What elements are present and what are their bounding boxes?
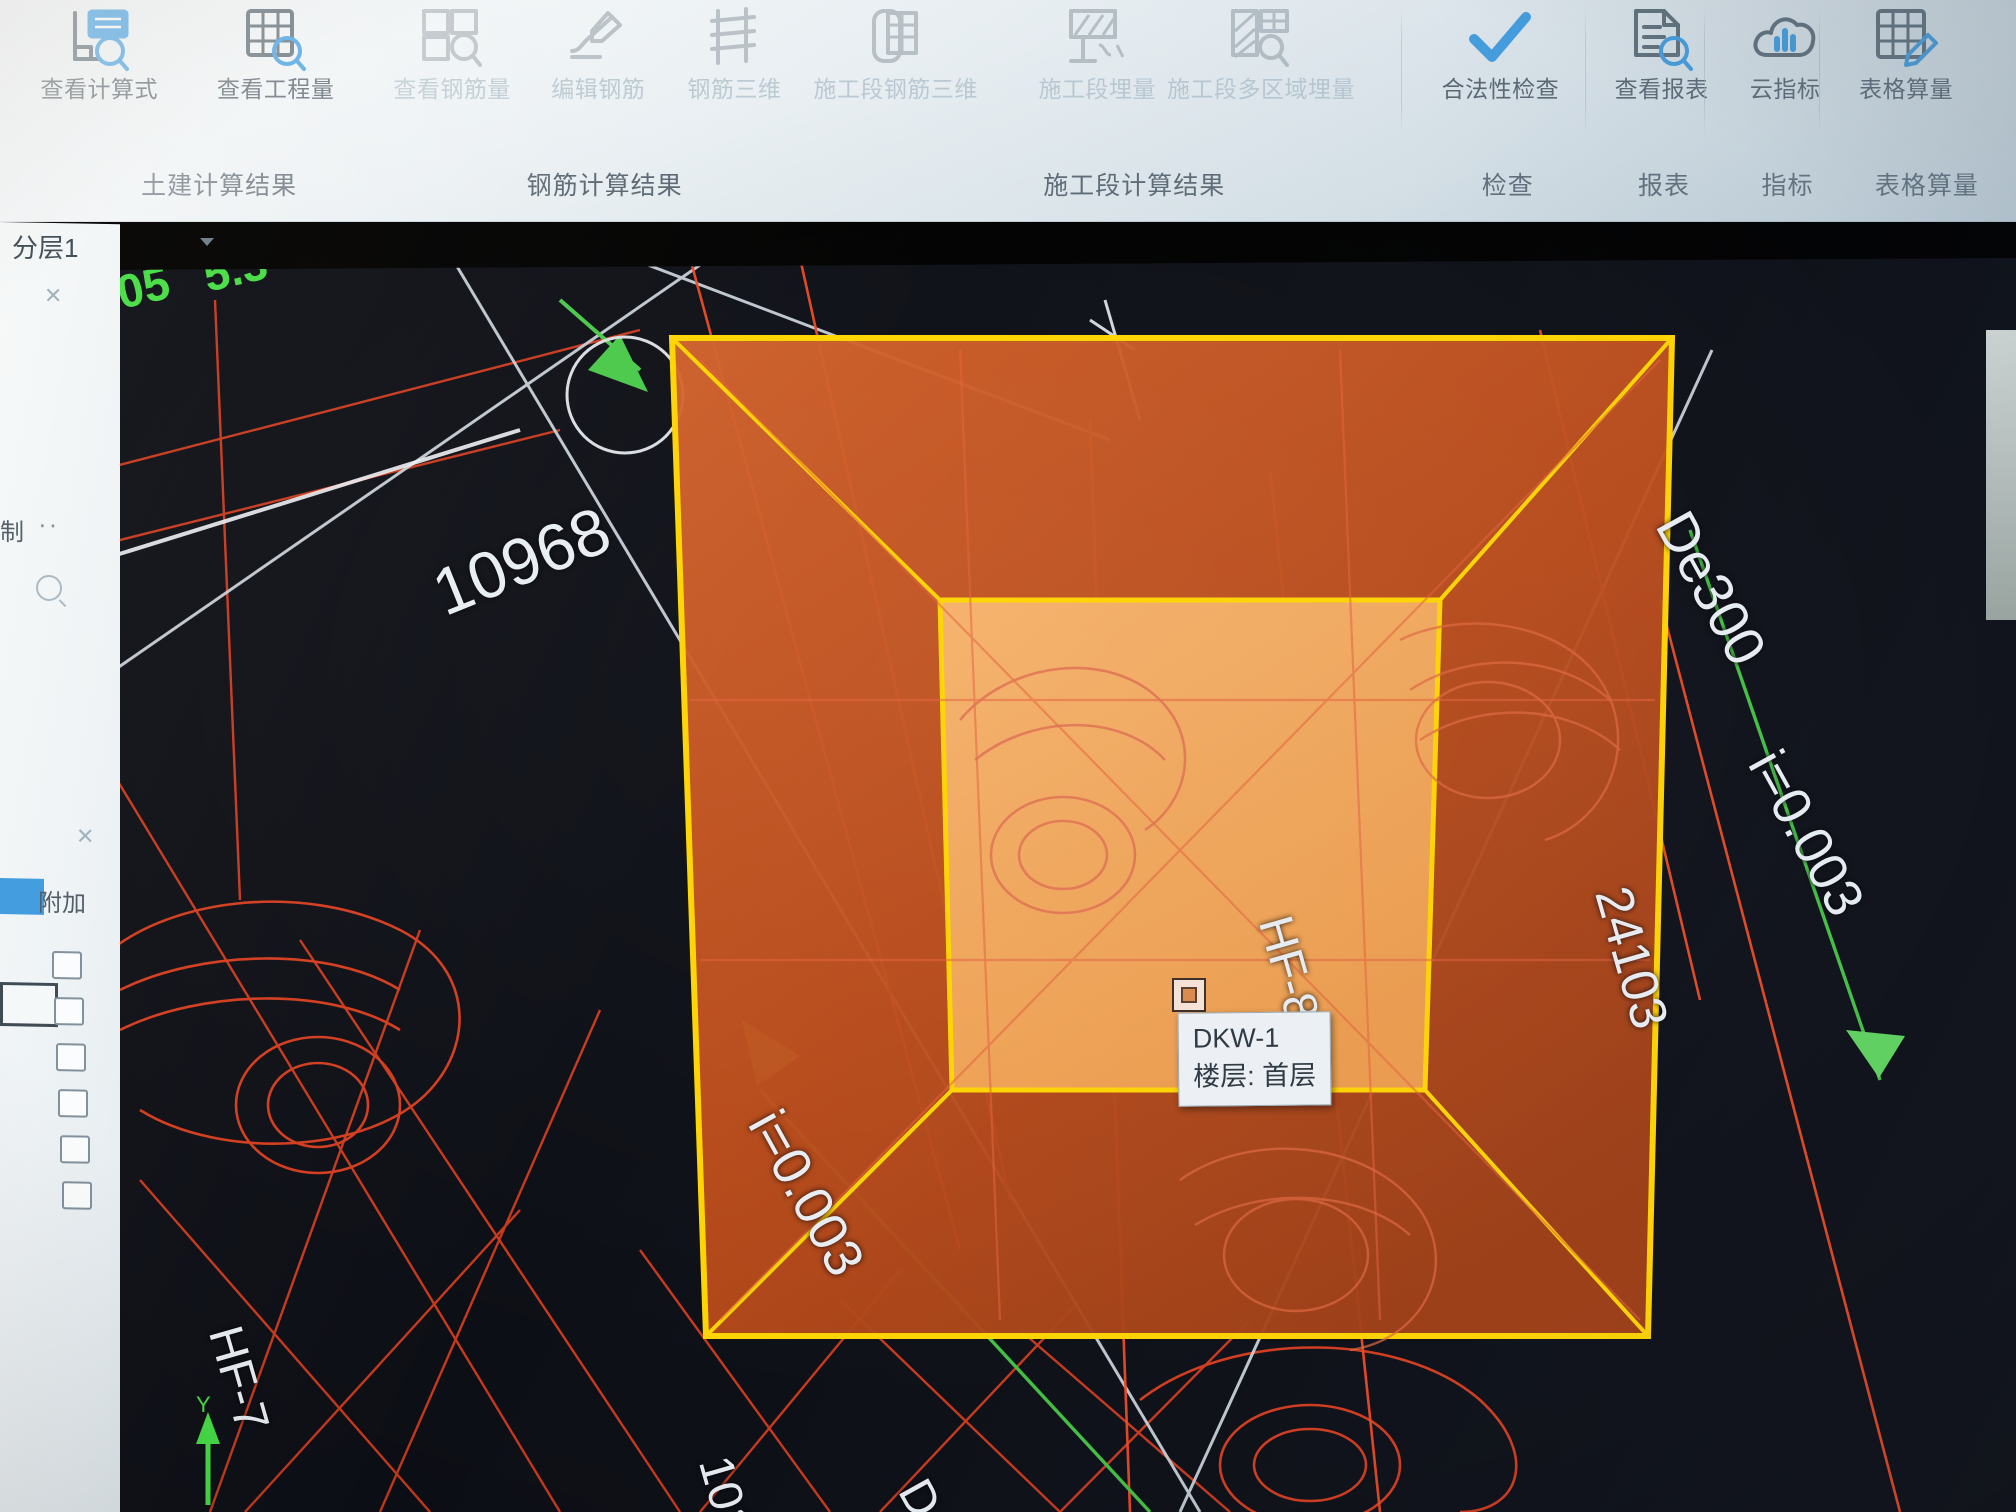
checkbox-1[interactable]: [52, 950, 82, 980]
ribbon-separator-4: [1819, 8, 1821, 136]
edit-rebar-icon: [564, 4, 632, 76]
checkbox-5[interactable]: [60, 1135, 90, 1164]
ribbon-button-label: 施工段钢筋三维: [813, 76, 978, 102]
ribbon-button-label: 查看报表: [1614, 76, 1709, 102]
checkbox-6[interactable]: [62, 1181, 92, 1210]
ribbon-group-label-2: 钢筋计算结果: [526, 172, 683, 200]
ribbon-button-8: 施工段多区域埋量: [1167, 4, 1355, 102]
cloud-chart-icon: [1749, 4, 1821, 76]
select-cursor-icon: [1172, 978, 1206, 1012]
ribbon-button-2[interactable]: 查看工程量: [212, 4, 340, 102]
ribbon-button-label: 查看计算式: [40, 76, 159, 102]
ribbon-separator-2: [1585, 8, 1587, 136]
axis-gizmo: [196, 1412, 220, 1505]
ribbon-group-label-1: 土建计算结果: [141, 172, 298, 200]
ribbon-divider: [0, 221, 2016, 222]
ribbon-button-12[interactable]: 表格算量: [1842, 4, 1970, 102]
ribbon-button-label: 钢筋三维: [687, 76, 782, 102]
ribbon-button-label: 云指标: [1749, 76, 1821, 102]
ribbon-group-label-3: 施工段计算结果: [1043, 172, 1226, 200]
table-edit-icon: [1872, 4, 1940, 76]
ribbon-group-label-row: 土建计算结果 钢筋计算结果 施工段计算结果 检查 报表 指标 表格算量: [0, 150, 2016, 222]
element-tooltip: DKW-1 楼层: 首层: [1177, 1011, 1332, 1107]
section-rebar-3d-icon: [862, 4, 930, 76]
tooltip-element-name: DKW-1: [1192, 1022, 1280, 1054]
tooltip-floor: 楼层: 首层: [1193, 1060, 1317, 1092]
ribbon-button-3: 查看钢筋量: [388, 4, 516, 102]
ribbon-group-label-7: 表格算量: [1874, 172, 1979, 200]
limit-label: 制: [0, 519, 24, 547]
section-multi-area-icon: [1227, 4, 1295, 76]
ribbon-button-10[interactable]: 查看报表: [1598, 4, 1726, 102]
ribbon-separator-3: [1703, 8, 1705, 136]
ribbon-button-4: 编辑钢筋: [534, 4, 662, 102]
ribbon-button-label: 施工段多区域埋量: [1167, 76, 1355, 102]
ribbon-button-11[interactable]: 云指标: [1721, 4, 1849, 102]
checkbox-2[interactable]: [54, 997, 84, 1026]
rebar-3d-icon: [700, 4, 768, 76]
ribbon-button-9[interactable]: 合法性检查: [1436, 4, 1564, 102]
input-box[interactable]: [0, 982, 58, 1028]
checkbox-3[interactable]: [56, 1043, 86, 1072]
check-mark-icon: [1464, 4, 1536, 76]
ribbon-button-label: 合法性检查: [1441, 76, 1560, 102]
ribbon-group-label-4: 检查: [1481, 172, 1534, 200]
ribbon-group-label-6: 指标: [1761, 172, 1814, 200]
report-search-icon: [1628, 4, 1696, 76]
close-icon[interactable]: ✕: [44, 283, 62, 309]
ribbon-button-label: 表格算量: [1859, 76, 1954, 102]
layer-selector-label[interactable]: 分层1: [12, 228, 78, 265]
ribbon-toolbar: 查看计算式 查看工程量 查看钢筋量 编辑钢筋 钢筋三维 施工段钢筋三维 施工段埋…: [0, 0, 2016, 222]
screen-photo: 105 5.3 10968 De300 i=0.003 i=0.003 24103 HF-8 H…: [0, 0, 2016, 1512]
ribbon-button-row: 查看计算式 查看工程量 查看钢筋量 编辑钢筋 钢筋三维 施工段钢筋三维 施工段埋…: [0, 0, 2016, 150]
3d-drawing-canvas[interactable]: 105 5.3 10968 De300 i=0.003 i=0.003 24103 HF-8 H…: [100, 258, 2016, 1512]
ribbon-button-label: 编辑钢筋: [551, 76, 646, 102]
view-quantity-icon: [242, 4, 310, 76]
ellipsis-icon[interactable]: ··: [38, 509, 59, 540]
attach-label: 附加: [38, 889, 86, 918]
ribbon-button-label: 施工段埋量: [1038, 76, 1156, 102]
close-icon-2[interactable]: ✕: [76, 823, 94, 849]
view-formula-icon: [65, 4, 133, 76]
left-side-panel: ✕ 制 ·· ✕ 附加: [0, 222, 120, 1512]
right-edge-panel[interactable]: [1986, 330, 2016, 620]
ribbon-button-label: 查看工程量: [216, 76, 335, 102]
section-quantity-icon: [1063, 4, 1131, 76]
ribbon-button-1[interactable]: 查看计算式: [35, 4, 163, 102]
ribbon-button-7: 施工段埋量: [1033, 4, 1161, 102]
search-icon[interactable]: [36, 574, 62, 602]
ribbon-button-6: 施工段钢筋三维: [813, 4, 977, 102]
ribbon-group-label-5: 报表: [1638, 172, 1691, 200]
ribbon-button-label: 查看钢筋量: [393, 76, 511, 102]
ribbon-separator-1: [1401, 8, 1403, 136]
view-rebar-quantity-icon: [418, 4, 486, 76]
ribbon-button-5: 钢筋三维: [670, 4, 798, 102]
checkbox-4[interactable]: [58, 1089, 88, 1118]
chevron-down-icon[interactable]: [200, 238, 214, 246]
